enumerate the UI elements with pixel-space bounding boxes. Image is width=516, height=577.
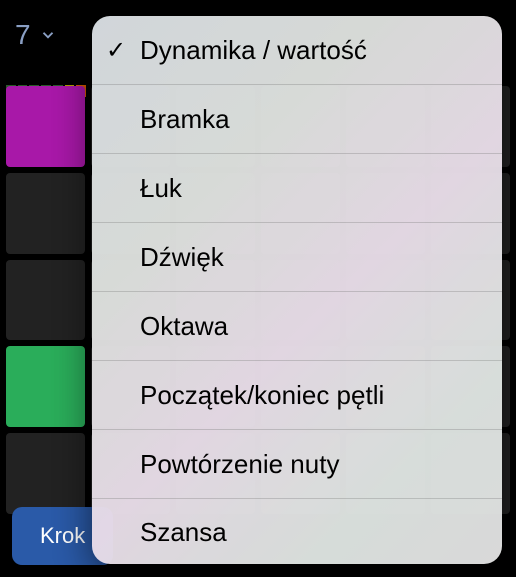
menu-item-sound[interactable]: Dźwięk [92,223,502,292]
menu-item-chance[interactable]: Szansa [92,499,502,547]
header-value: 7 [15,19,31,51]
chevron-down-icon[interactable] [39,26,57,44]
menu-item-gate[interactable]: Bramka [92,85,502,154]
menu-item-loop[interactable]: Początek/koniec pętli [92,361,502,430]
menu-item-label: Bramka [140,104,230,135]
edit-mode-menu: ✓ Dynamika / wartość Bramka Łuk Dźwięk O… [92,16,502,564]
menu-item-label: Początek/koniec pętli [140,380,384,411]
menu-item-dynamics[interactable]: ✓ Dynamika / wartość [92,16,502,85]
header-display: 7 [0,0,72,70]
checkmark-icon: ✓ [106,36,126,65]
menu-item-tie[interactable]: Łuk [92,154,502,223]
menu-item-label: Dźwięk [140,242,224,273]
menu-item-label: Łuk [140,173,182,204]
grid-cell[interactable] [6,433,85,514]
grid-cell[interactable] [6,173,85,254]
menu-item-repeat[interactable]: Powtórzenie nuty [92,430,502,499]
menu-item-label: Oktawa [140,311,228,342]
menu-item-label: Powtórzenie nuty [140,449,339,480]
menu-item-label: Dynamika / wartość [140,35,367,66]
grid-cell[interactable] [6,260,85,341]
menu-item-label: Szansa [140,517,227,548]
menu-item-octave[interactable]: Oktawa [92,292,502,361]
grid-cell[interactable] [6,346,85,427]
grid-cell[interactable] [6,86,85,167]
